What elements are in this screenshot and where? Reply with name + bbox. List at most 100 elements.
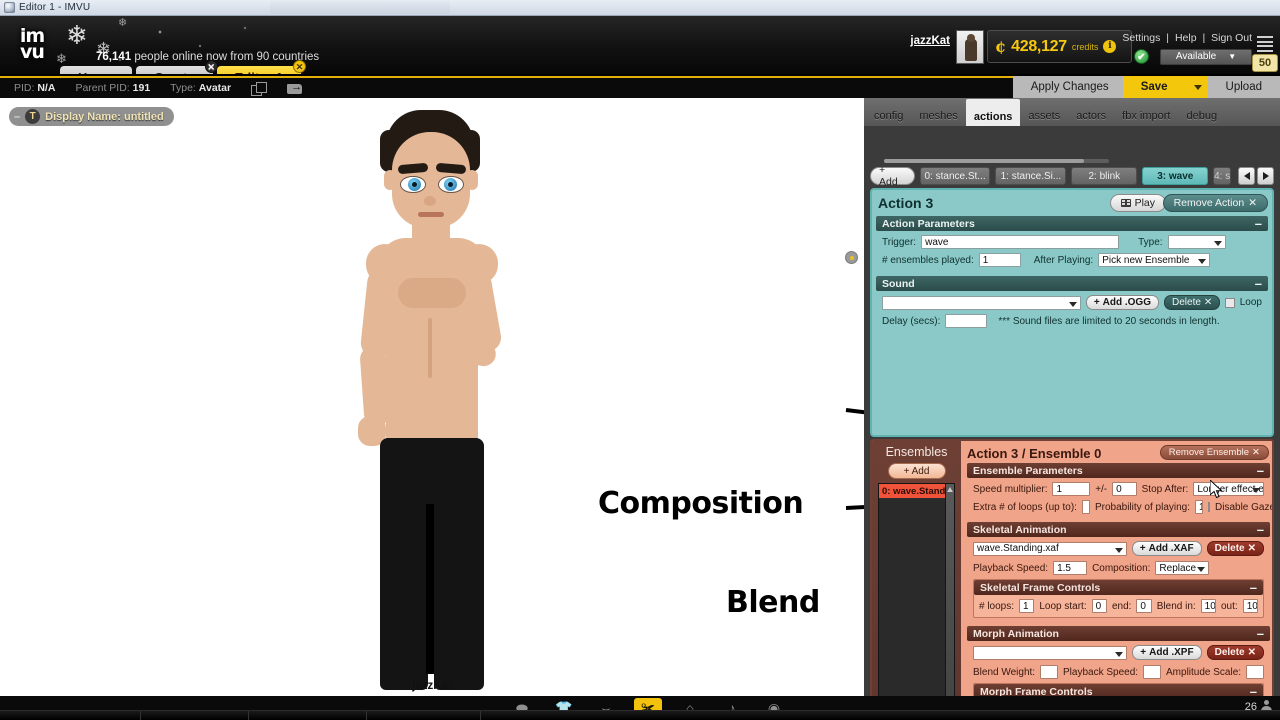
nav-tab-editor-1[interactable]: Editor 1 ✕ [216,60,306,74]
collapse-icon[interactable]: – [1257,523,1264,536]
credits-display[interactable]: ¢ 428,127 credits i [987,30,1132,63]
nav-tab-create[interactable]: Create ✕ [136,60,218,74]
close-icon[interactable]: ✕ [293,60,306,73]
add-action-button[interactable]: + Add [870,164,915,188]
remove-action-button[interactable]: Remove Action ✕ [1162,194,1268,212]
tab-meshes[interactable]: meshes [911,105,966,126]
tab-config[interactable]: config [866,105,911,126]
action-tab-4[interactable]: 4: s [1213,167,1232,185]
ensembles-list[interactable]: 0: wave.Standin [878,483,955,720]
delay-input[interactable] [945,314,988,328]
collapse-icon[interactable]: – [14,111,20,123]
sk-end-input[interactable]: 0 [1136,599,1152,613]
action-parameters-header[interactable]: Action Parameters – [876,216,1268,231]
username-link[interactable]: jazzKat [910,35,950,47]
tab-debug[interactable]: debug [1178,105,1225,126]
tab-fbx-import[interactable]: fbx import [1114,105,1178,126]
skeletal-animation-header[interactable]: Skeletal Animation – [967,522,1270,537]
skeletal-delete-button[interactable]: Delete ✕ [1206,541,1264,556]
amplitude-input[interactable] [1246,665,1264,679]
skeletal-animation-title: Skeletal Animation [973,523,1067,536]
blend-in-field[interactable]: 10 [1200,599,1216,613]
plusminus-input[interactable]: 0 [1112,482,1137,496]
collapse-icon[interactable]: – [1255,217,1262,230]
menu-icon[interactable] [1257,36,1275,52]
add-xpf-button[interactable]: + Add .XPF [1132,645,1202,660]
collapse-icon[interactable]: – [1250,685,1257,698]
collapse-icon[interactable]: – [1257,627,1264,640]
export-folder-icon[interactable] [287,81,303,95]
play-button[interactable]: Play [1109,194,1166,212]
info-icon[interactable]: i [1103,40,1117,53]
morph-delete-button[interactable]: Delete ✕ [1206,645,1264,660]
close-icon[interactable]: ✕ [204,60,218,73]
scroll-up-icon[interactable] [947,487,953,492]
settings-link[interactable]: Settings [1122,32,1160,44]
add-ensemble-button[interactable]: + Add [887,463,946,479]
probability-input[interactable]: 1.0 [1195,500,1204,514]
os-taskbar[interactable] [0,710,1280,720]
avatar-model[interactable] [300,108,600,690]
ensembles-scrollbar[interactable] [945,484,954,720]
type-select[interactable] [1167,235,1226,249]
tab-actions[interactable]: actions [965,99,1021,126]
type-info: Type: Avatar [170,82,231,94]
viewport-collapse-handle[interactable] [845,251,858,264]
disable-gaze-checkbox[interactable] [1208,502,1211,512]
tab-assets[interactable]: assets [1020,105,1068,126]
extra-loops-input[interactable] [1081,500,1090,514]
notification-badge[interactable]: 50 [1252,54,1278,72]
collapse-icon[interactable]: – [1255,277,1262,290]
skeletal-frame-controls-header[interactable]: Skeletal Frame Controls – [974,580,1263,595]
sk-loops-input[interactable]: 1 [1019,599,1035,613]
xaf-file-select[interactable]: wave.Standing.xaf [973,541,1127,556]
stop-after-select[interactable]: Longer effect ends [1193,482,1264,496]
imvu-logo[interactable]: im vu [4,18,60,72]
collapse-icon[interactable]: – [1257,464,1264,477]
sk-loop-start-input[interactable]: 0 [1091,599,1107,613]
xpf-file-select[interactable] [973,645,1128,660]
list-item[interactable]: 0: wave.Standin [879,484,947,498]
action-tab-0[interactable]: 0: stance.St... [919,167,991,185]
prev-action-button[interactable] [1238,167,1256,185]
ensemble-parameters-header[interactable]: Ensemble Parameters – [967,463,1270,478]
sk-out-input[interactable]: 10 [1242,599,1259,613]
next-action-button[interactable] [1257,167,1275,185]
avatar-viewport[interactable]: – T Display Name: untitled jazzKat Compo… [0,98,864,696]
morph-playback-input[interactable] [1143,665,1162,679]
add-xaf-button[interactable]: + Add .XAF [1131,541,1202,556]
status-dropdown[interactable]: Available ▼ [1160,48,1252,65]
trigger-input[interactable]: wave [921,235,1120,249]
save-button[interactable]: Save [1122,76,1192,98]
display-name-pill[interactable]: – T Display Name: untitled [9,107,174,126]
action-tab-1[interactable]: 1: stance.Si... [995,167,1067,185]
action-tab-2[interactable]: 2: blink [1071,167,1138,185]
apply-changes-button[interactable]: Apply Changes [1012,76,1133,98]
disable-gaze-label: Disable Gaze [1215,501,1274,513]
collapse-icon[interactable]: – [1250,581,1257,594]
avatar[interactable] [956,30,984,64]
sound-file-select[interactable] [882,295,1081,310]
loop-checkbox[interactable] [1225,297,1235,308]
sound-delete-button[interactable]: Delete ✕ [1164,295,1221,310]
tab-actors[interactable]: actors [1068,105,1114,126]
action-tab-3[interactable]: 3: wave [1142,167,1209,185]
sign-out-link[interactable]: Sign Out [1211,32,1252,44]
morph-animation-header[interactable]: Morph Animation – [967,626,1270,641]
sound-header[interactable]: Sound – [876,276,1268,291]
save-dropdown-button[interactable] [1181,76,1218,98]
blend-weight-input[interactable] [1040,665,1059,679]
add-ogg-button[interactable]: + Add .OGG [1085,295,1159,310]
copy-icon[interactable] [251,81,268,96]
playback-speed-input[interactable]: 1.5 [1053,561,1088,575]
ensembles-played-input[interactable]: 1 [978,253,1021,267]
composition-field[interactable]: Replace [1155,561,1210,575]
help-link[interactable]: Help [1175,32,1197,44]
ensembles-sidebar: Ensembles + Add 0: wave.Standin [872,441,961,720]
action-tabs-scrollbar-thumb[interactable] [884,159,1084,163]
after-playing-select[interactable]: Pick new Ensemble [1098,253,1211,267]
upload-button[interactable]: Upload [1207,76,1280,98]
nav-tab-home[interactable]: Home [60,66,133,74]
speed-multiplier-input[interactable]: 1 [1052,482,1091,496]
remove-ensemble-button[interactable]: Remove Ensemble ✕ [1159,445,1269,460]
